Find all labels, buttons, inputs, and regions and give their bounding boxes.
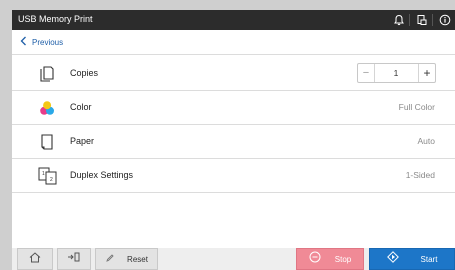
interrupt-icon bbox=[67, 250, 81, 268]
previous-label: Previous bbox=[32, 37, 64, 47]
reset-label: Reset bbox=[127, 254, 148, 264]
interrupt-button[interactable] bbox=[57, 248, 91, 270]
setting-label: Color bbox=[70, 102, 92, 112]
setting-label: Copies bbox=[70, 68, 99, 78]
decrement-button[interactable]: − bbox=[358, 64, 375, 82]
info-icon[interactable] bbox=[437, 12, 453, 28]
divider bbox=[12, 192, 455, 193]
bottom-toolbar: Reset Stop Start bbox=[12, 248, 455, 270]
setting-row-duplex[interactable]: 1 2 Duplex Settings 1-Sided bbox=[12, 159, 455, 192]
setting-row-paper[interactable]: Paper Auto bbox=[12, 125, 455, 158]
setting-label: Duplex Settings bbox=[70, 170, 134, 180]
setting-row-copies[interactable]: Copies − 1 + bbox=[12, 57, 455, 90]
window-title: USB Memory Print bbox=[18, 14, 93, 24]
title-separator bbox=[409, 14, 410, 26]
increment-button[interactable]: + bbox=[418, 64, 435, 82]
start-button[interactable]: Start bbox=[369, 248, 455, 270]
setting-value: Auto bbox=[417, 136, 436, 146]
stop-icon bbox=[309, 250, 321, 268]
color-icon bbox=[38, 99, 56, 117]
quantity-stepper: − 1 + bbox=[357, 63, 436, 83]
start-icon bbox=[386, 250, 399, 268]
print-panel: USB Memory Print Previous Copies − 1 + C… bbox=[12, 10, 455, 270]
stop-label: Stop bbox=[334, 254, 352, 264]
reset-button[interactable]: Reset bbox=[95, 248, 158, 270]
chevron-left-icon bbox=[20, 33, 27, 51]
setting-value: Full Color bbox=[398, 102, 435, 112]
start-label: Start bbox=[420, 254, 438, 264]
previous-button[interactable]: Previous bbox=[20, 35, 63, 49]
title-separator bbox=[432, 14, 433, 26]
setting-row-color[interactable]: Color Full Color bbox=[12, 91, 455, 124]
setting-label: Paper bbox=[70, 136, 95, 146]
divider bbox=[12, 54, 455, 55]
svg-text:2: 2 bbox=[50, 177, 53, 183]
pencil-icon bbox=[105, 250, 115, 268]
svg-text:1: 1 bbox=[42, 171, 45, 177]
home-icon bbox=[29, 250, 41, 268]
device-status-icon[interactable] bbox=[414, 12, 430, 28]
copies-icon bbox=[38, 65, 56, 83]
paper-icon bbox=[38, 133, 56, 151]
home-button[interactable] bbox=[17, 248, 53, 270]
duplex-icon: 1 2 bbox=[38, 167, 57, 185]
title-bar: USB Memory Print bbox=[12, 10, 455, 30]
stop-button[interactable]: Stop bbox=[296, 248, 364, 270]
screen: USB Memory Print Previous Copies − 1 + C… bbox=[0, 0, 455, 270]
setting-value: 1-Sided bbox=[405, 170, 435, 180]
bell-icon[interactable] bbox=[391, 12, 407, 28]
copies-value[interactable]: 1 bbox=[375, 64, 417, 82]
